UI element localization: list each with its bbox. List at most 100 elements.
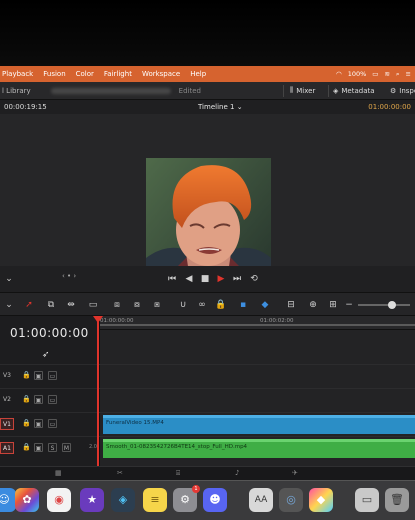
- tab-cut[interactable]: ✂: [117, 469, 123, 477]
- menu-fairlight[interactable]: Fairlight: [104, 70, 132, 78]
- play-reverse-icon[interactable]: ◀: [182, 272, 196, 286]
- inspector-label: Inspector: [399, 86, 415, 95]
- playhead[interactable]: [97, 316, 99, 466]
- full-zoom-icon[interactable]: ⊟: [284, 298, 298, 312]
- track-visibility-icon[interactable]: ▭: [48, 371, 57, 380]
- wifi-icon[interactable]: ◠: [336, 70, 342, 78]
- track-lane-v3[interactable]: [100, 364, 415, 387]
- clip-navigator[interactable]: ‹ • ›: [62, 272, 76, 280]
- track-name: V1: [0, 418, 14, 430]
- track-visibility-icon[interactable]: ▭: [48, 419, 57, 428]
- metadata-button[interactable]: ◈ Metadata: [333, 87, 375, 95]
- menu-help[interactable]: Help: [190, 70, 206, 78]
- chevron-down-icon[interactable]: ⌄: [2, 298, 16, 312]
- tab-fairlight[interactable]: ♪: [235, 469, 239, 477]
- zoom-slider[interactable]: [358, 301, 410, 309]
- finder-icon[interactable]: ☺: [0, 488, 16, 512]
- timeline-viewer[interactable]: [0, 114, 415, 310]
- lock-icon[interactable]: 🔒: [22, 419, 31, 428]
- lock-icon[interactable]: 🔒: [214, 298, 228, 312]
- track-lane-v1[interactable]: FuneralVideo 15.MP4: [100, 412, 415, 435]
- timeline-name: Timeline 1: [198, 103, 235, 111]
- inspector-button[interactable]: ⚙ Inspector: [390, 87, 415, 95]
- marker-icon[interactable]: ◆: [258, 298, 272, 312]
- inspector-icon: ⚙: [390, 86, 397, 95]
- overwrite-clip-icon[interactable]: ⧇: [130, 298, 144, 312]
- control-center-icon[interactable]: ≡: [406, 70, 411, 78]
- detail-zoom-icon[interactable]: ⊕: [306, 298, 320, 312]
- tab-media[interactable]: ▦: [55, 469, 62, 477]
- timeline-timecode[interactable]: 01:00:00:00: [10, 326, 89, 340]
- replace-clip-icon[interactable]: ⧆: [150, 298, 164, 312]
- lock-icon[interactable]: 🔒: [22, 395, 31, 404]
- menu-bar-extras: ◠ 100% ▭ ≋ ⌕ ≡: [336, 66, 411, 82]
- lock-icon[interactable]: 🔒: [22, 443, 31, 452]
- trim-tool-icon[interactable]: ⧉: [44, 298, 58, 312]
- track-visibility-icon[interactable]: ▭: [48, 395, 57, 404]
- selection-tool-icon[interactable]: ➚: [22, 298, 36, 312]
- project-status: Edited: [178, 86, 201, 95]
- chevron-down-icon[interactable]: ⌄: [2, 272, 16, 286]
- app-header-bar: l Library Edited ⫼ Mixer ◈ Metadata ⚙ In…: [0, 82, 415, 100]
- play-icon[interactable]: ▶: [214, 272, 228, 286]
- menu-fusion[interactable]: Fusion: [43, 70, 65, 78]
- timeline-tracks[interactable]: 01:00:00:00 01:00:02:00 FuneralVideo 15.…: [100, 316, 415, 466]
- divider: [283, 85, 284, 97]
- trash-icon[interactable]: 🗑: [385, 488, 409, 512]
- imovie-icon[interactable]: ★: [80, 488, 104, 512]
- wifi-status-icon[interactable]: ≋: [384, 70, 389, 78]
- video-clip[interactable]: FuneralVideo 15.MP4: [103, 415, 415, 434]
- dynamic-trim-icon[interactable]: ⇹: [64, 298, 78, 312]
- track-lane-v2[interactable]: [100, 388, 415, 411]
- custom-zoom-icon[interactable]: ⊞: [326, 298, 340, 312]
- solo-icon[interactable]: S: [48, 443, 57, 452]
- battery-icon[interactable]: ▭: [372, 70, 378, 78]
- clip-name: FuneralVideo 15.MP4: [106, 420, 164, 426]
- mixer-button[interactable]: ⫼ Mixer: [290, 86, 315, 95]
- settings-icon[interactable]: ⚙ 1: [173, 485, 200, 512]
- go-to-start-icon[interactable]: ⏮: [165, 272, 179, 286]
- zoom-out-icon[interactable]: −: [342, 298, 356, 312]
- go-to-end-icon[interactable]: ⏭: [230, 272, 244, 286]
- lock-icon[interactable]: 🔒: [22, 371, 31, 380]
- tab-deliver[interactable]: ✈: [292, 469, 298, 477]
- search-icon[interactable]: ⌕: [396, 70, 400, 79]
- auto-select-icon[interactable]: ▣: [34, 443, 43, 452]
- track-header-v3[interactable]: V3 🔒 ▣ ▭: [0, 364, 100, 387]
- menu-workspace[interactable]: Workspace: [142, 70, 180, 78]
- auto-select-icon[interactable]: ▣: [34, 419, 43, 428]
- blade-tool-icon[interactable]: ▭: [86, 298, 100, 312]
- notes-icon[interactable]: ≡: [143, 488, 167, 512]
- auto-select-icon[interactable]: ▣: [34, 371, 43, 380]
- track-header-v1[interactable]: V1 🔒 ▣ ▭: [0, 412, 100, 435]
- loop-icon[interactable]: ⟲: [247, 272, 261, 286]
- audio-clip[interactable]: Smooth_01-0823542726B4TE14_stop_Full_HD.…: [103, 439, 415, 458]
- mute-icon[interactable]: M: [62, 443, 71, 452]
- discord-icon[interactable]: ☻: [203, 488, 227, 512]
- menu-color[interactable]: Color: [76, 70, 94, 78]
- preview-icon[interactable]: ▭: [355, 488, 379, 512]
- stop-icon[interactable]: ■: [198, 272, 212, 286]
- tab-edit[interactable]: ⌸: [176, 469, 180, 478]
- insert-clip-icon[interactable]: ⧈: [110, 298, 124, 312]
- link-icon[interactable]: ∞: [195, 298, 209, 312]
- photos-icon[interactable]: ✿: [15, 488, 39, 512]
- track-lane-a1[interactable]: Smooth_01-0823542726B4TE14_stop_Full_HD.…: [100, 436, 415, 459]
- zoom-slider-knob[interactable]: [388, 301, 396, 309]
- notification-badge: 1: [192, 485, 200, 493]
- auto-select-icon[interactable]: ▣: [34, 395, 43, 404]
- timeline-name-dropdown[interactable]: Timeline 1 ⌄: [198, 103, 243, 111]
- davinci-icon[interactable]: ◈: [111, 488, 135, 512]
- flag-icon[interactable]: ▪: [236, 298, 250, 312]
- timeline-ruler[interactable]: 01:00:00:00 01:00:02:00: [100, 316, 415, 330]
- craft-icon[interactable]: ◆: [309, 488, 333, 512]
- track-header-v2[interactable]: V2 🔒 ▣ ▭: [0, 388, 100, 411]
- track-header-a1[interactable]: A1 🔒 ▣ S M 2.0: [0, 436, 100, 459]
- ruler-bar: [100, 324, 415, 326]
- chrome-icon[interactable]: ◉: [47, 488, 71, 512]
- snapping-icon[interactable]: ∪: [176, 298, 190, 312]
- media-library-button[interactable]: l Library: [2, 87, 31, 95]
- menu-playback[interactable]: Playback: [2, 70, 33, 78]
- quicktime-icon[interactable]: ◎: [279, 488, 303, 512]
- fonts-icon[interactable]: AA: [249, 488, 273, 512]
